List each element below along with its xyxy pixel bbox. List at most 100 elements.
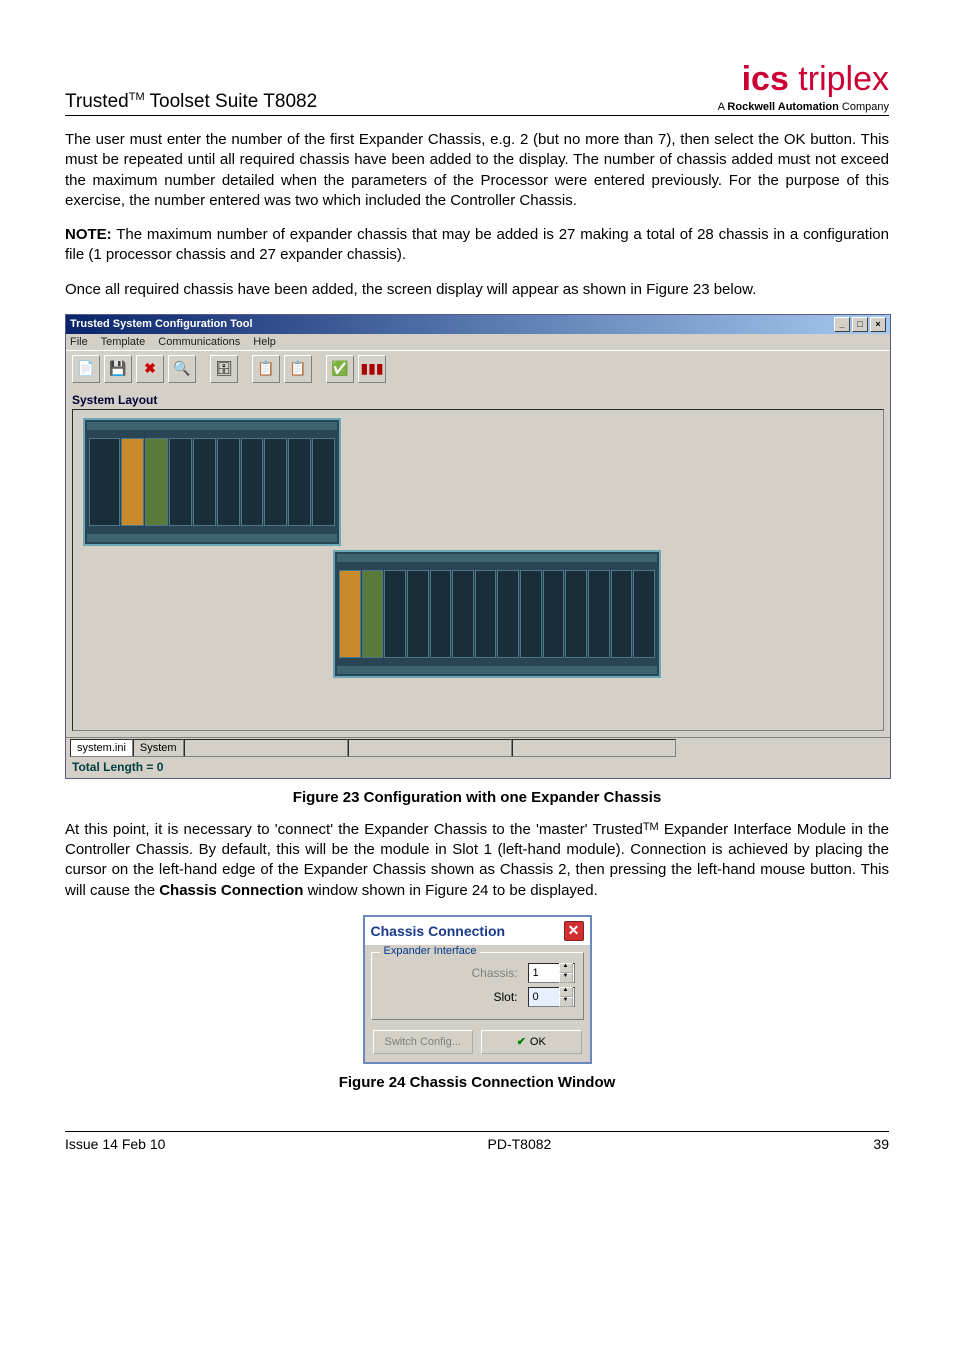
total-length: Total Length = 0 (66, 758, 890, 778)
footer-right: 39 (873, 1136, 889, 1152)
slot[interactable] (497, 570, 519, 658)
note-label: NOTE: (65, 226, 112, 243)
slot-value: 0 (533, 991, 539, 1003)
dialog-title: Chassis Connection (371, 923, 506, 939)
slot[interactable] (89, 438, 120, 526)
status-file[interactable]: system.ini (70, 739, 133, 757)
search-icon[interactable]: 🔍 (168, 355, 196, 383)
slot[interactable] (288, 438, 311, 526)
close-icon[interactable]: ✕ (564, 921, 584, 941)
slot[interactable] (475, 570, 497, 658)
dialog-button-row: Switch Config... ✔ OK (365, 1026, 590, 1062)
chassis-label: Chassis: (471, 966, 517, 980)
chassis-icon[interactable]: 🗄 (210, 355, 238, 383)
slot[interactable] (241, 438, 264, 526)
paragraph-1: The user must enter the number of the fi… (65, 130, 889, 211)
slot-label: Slot: (493, 990, 517, 1004)
paragraph-3: Once all required chassis have been adde… (65, 280, 889, 300)
slot[interactable] (169, 438, 192, 526)
slot[interactable] (312, 438, 335, 526)
header-title: TrustedTM Toolset Suite T8082 (65, 91, 317, 113)
page-header: TrustedTM Toolset Suite T8082 ics triple… (65, 60, 889, 116)
spin-down-icon[interactable]: ▼ (559, 973, 573, 983)
system-layout-label: System Layout (66, 387, 890, 409)
menu-file[interactable]: File (70, 336, 88, 348)
slot[interactable] (633, 570, 655, 658)
dialog-titlebar: Chassis Connection ✕ (365, 917, 590, 946)
slot-spinner[interactable]: 0 ▲ ▼ (528, 987, 575, 1007)
chassis-field-row: Chassis: 1 ▲ ▼ (380, 963, 575, 983)
expander-chassis[interactable] (333, 550, 661, 678)
chassis-value: 1 (533, 967, 539, 979)
status-cell (512, 739, 676, 757)
module-slot[interactable] (339, 570, 361, 658)
logo-text-bold: ics (742, 60, 789, 98)
slot[interactable] (193, 438, 216, 526)
layout-canvas[interactable] (72, 409, 884, 731)
paste-icon[interactable]: 📋 (284, 355, 312, 383)
group-legend: Expander Interface (380, 945, 481, 957)
menubar: File Template Communications Help (66, 334, 890, 350)
slot[interactable] (565, 570, 587, 658)
logo-sub: A Rockwell Automation Company (718, 101, 889, 113)
status-cell (184, 739, 348, 757)
expander-interface-group: Expander Interface Chassis: 1 ▲ ▼ Slot: … (371, 952, 584, 1020)
logo-main: ics triplex (718, 60, 889, 99)
copy-icon[interactable]: 📋 (252, 355, 280, 383)
slot[interactable] (217, 438, 240, 526)
chassis-spinner[interactable]: 1 ▲ ▼ (528, 963, 575, 983)
slot[interactable] (264, 438, 287, 526)
title-tm: TM (129, 91, 145, 103)
module-slot[interactable] (121, 438, 144, 526)
window-controls: _ □ × (834, 317, 886, 332)
minimize-button[interactable]: _ (834, 317, 850, 332)
slot[interactable] (520, 570, 542, 658)
slot[interactable] (407, 570, 429, 658)
footer-center: PD-T8082 (488, 1136, 552, 1152)
switch-config-button[interactable]: Switch Config... (373, 1030, 474, 1054)
logo-text-light: triplex (789, 60, 889, 98)
menu-template[interactable]: Template (101, 336, 146, 348)
page-footer: Issue 14 Feb 10 PD-T8082 39 (65, 1131, 889, 1152)
chassis-connection-dialog: Chassis Connection ✕ Expander Interface … (363, 915, 592, 1064)
check-icon: ✔ (517, 1035, 526, 1048)
titlebar: Trusted System Configuration Tool _ □ × (66, 315, 890, 334)
controller-chassis[interactable] (83, 418, 341, 546)
spin-up-icon[interactable]: ▲ (559, 963, 573, 973)
title-prefix: Trusted (65, 91, 129, 112)
statusbar: system.ini System (66, 737, 890, 758)
paragraph-4: At this point, it is necessary to 'conne… (65, 820, 889, 901)
slot[interactable] (384, 570, 406, 658)
status-tab-system[interactable]: System (133, 739, 184, 757)
spin-up-icon[interactable]: ▲ (559, 987, 573, 997)
menu-communications[interactable]: Communications (158, 336, 240, 348)
app-window: Trusted System Configuration Tool _ □ × … (65, 314, 891, 779)
save-icon[interactable]: 💾 (104, 355, 132, 383)
logo: ics triplex A Rockwell Automation Compan… (718, 60, 889, 113)
close-button[interactable]: × (870, 317, 886, 332)
app-title: Trusted System Configuration Tool (70, 318, 253, 330)
footer-left: Issue 14 Feb 10 (65, 1136, 165, 1152)
slot[interactable] (452, 570, 474, 658)
figure-24-caption: Figure 24 Chassis Connection Window (65, 1074, 889, 1091)
delete-icon[interactable]: ✖ (136, 355, 164, 383)
slot[interactable] (430, 570, 452, 658)
slot-field-row: Slot: 0 ▲ ▼ (380, 987, 575, 1007)
module-slot[interactable] (145, 438, 168, 526)
module-slot[interactable] (362, 570, 384, 658)
ok-button[interactable]: ✔ OK (481, 1030, 582, 1054)
paragraph-note: NOTE: The maximum number of expander cha… (65, 225, 889, 266)
maximize-button[interactable]: □ (852, 317, 868, 332)
check-icon[interactable]: ✅ (326, 355, 354, 383)
slot[interactable] (611, 570, 633, 658)
figure-23-caption: Figure 23 Configuration with one Expande… (65, 789, 889, 806)
status-cell (348, 739, 512, 757)
toolbar: 📄 💾 ✖ 🔍 🗄 📋 📋 ✅ ▮▮▮ (66, 350, 890, 387)
slot[interactable] (543, 570, 565, 658)
title-suffix: Toolset Suite T8082 (145, 91, 318, 112)
new-icon[interactable]: 📄 (72, 355, 100, 383)
slot[interactable] (588, 570, 610, 658)
menu-help[interactable]: Help (253, 336, 276, 348)
bars-icon[interactable]: ▮▮▮ (358, 355, 386, 383)
spin-down-icon[interactable]: ▼ (559, 997, 573, 1007)
